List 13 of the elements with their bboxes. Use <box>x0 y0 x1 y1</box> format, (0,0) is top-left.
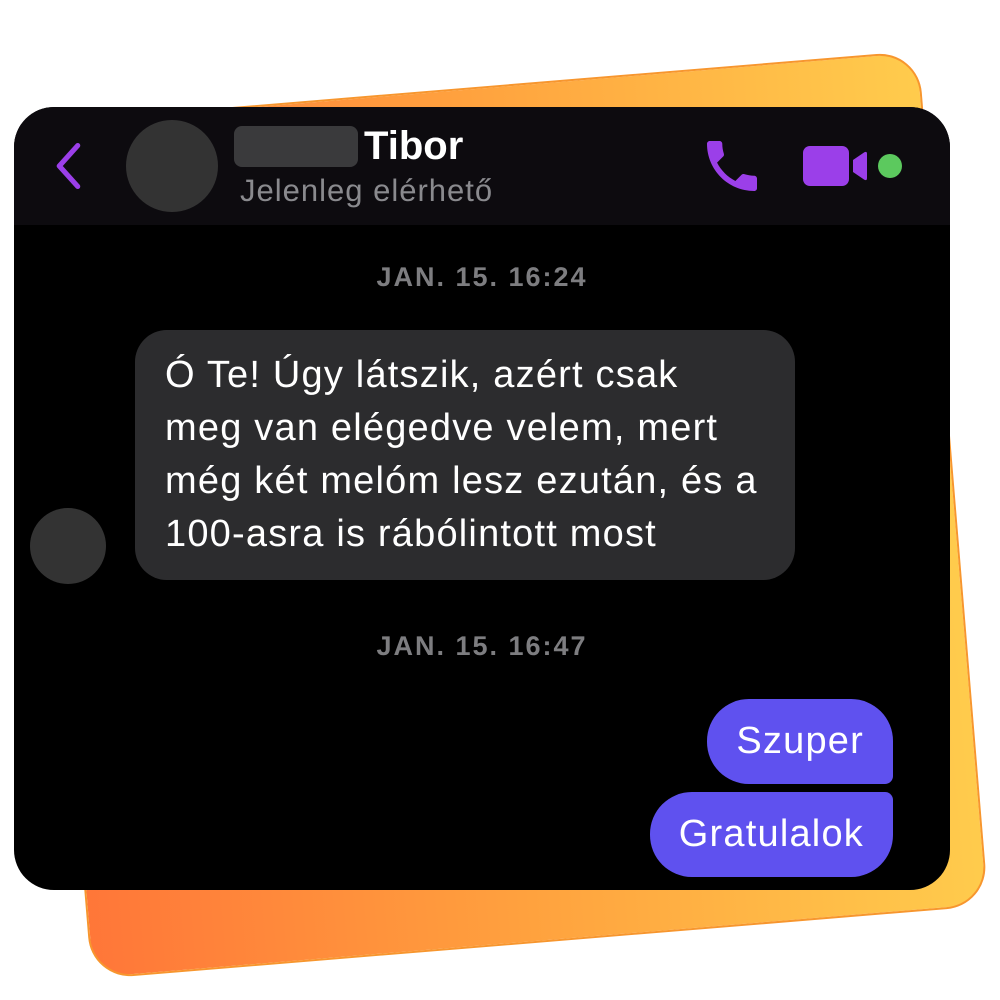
back-button[interactable] <box>55 143 82 189</box>
timestamp: JAN. 15. 16:24 <box>375 262 589 292</box>
chevron-left-icon <box>55 143 82 189</box>
video-call-button[interactable] <box>803 146 867 186</box>
message-bubble: Gratulalok <box>650 792 893 877</box>
video-camera-icon <box>803 146 867 186</box>
timestamp: JAN. 15. 16:47 <box>375 631 589 661</box>
message-bubble: Ó Te! Úgy látszik, azért csak meg van elégedve velem, mert még két melóm lesz ezután, és a 100-asra is rábólintott most <box>135 330 795 580</box>
call-button[interactable] <box>707 141 757 191</box>
contact-status: Jelenleg elérhető <box>240 173 494 209</box>
phone-icon <box>707 141 757 191</box>
message-bubble: Szuper <box>707 699 893 784</box>
contact-name: Tibor <box>364 123 464 169</box>
